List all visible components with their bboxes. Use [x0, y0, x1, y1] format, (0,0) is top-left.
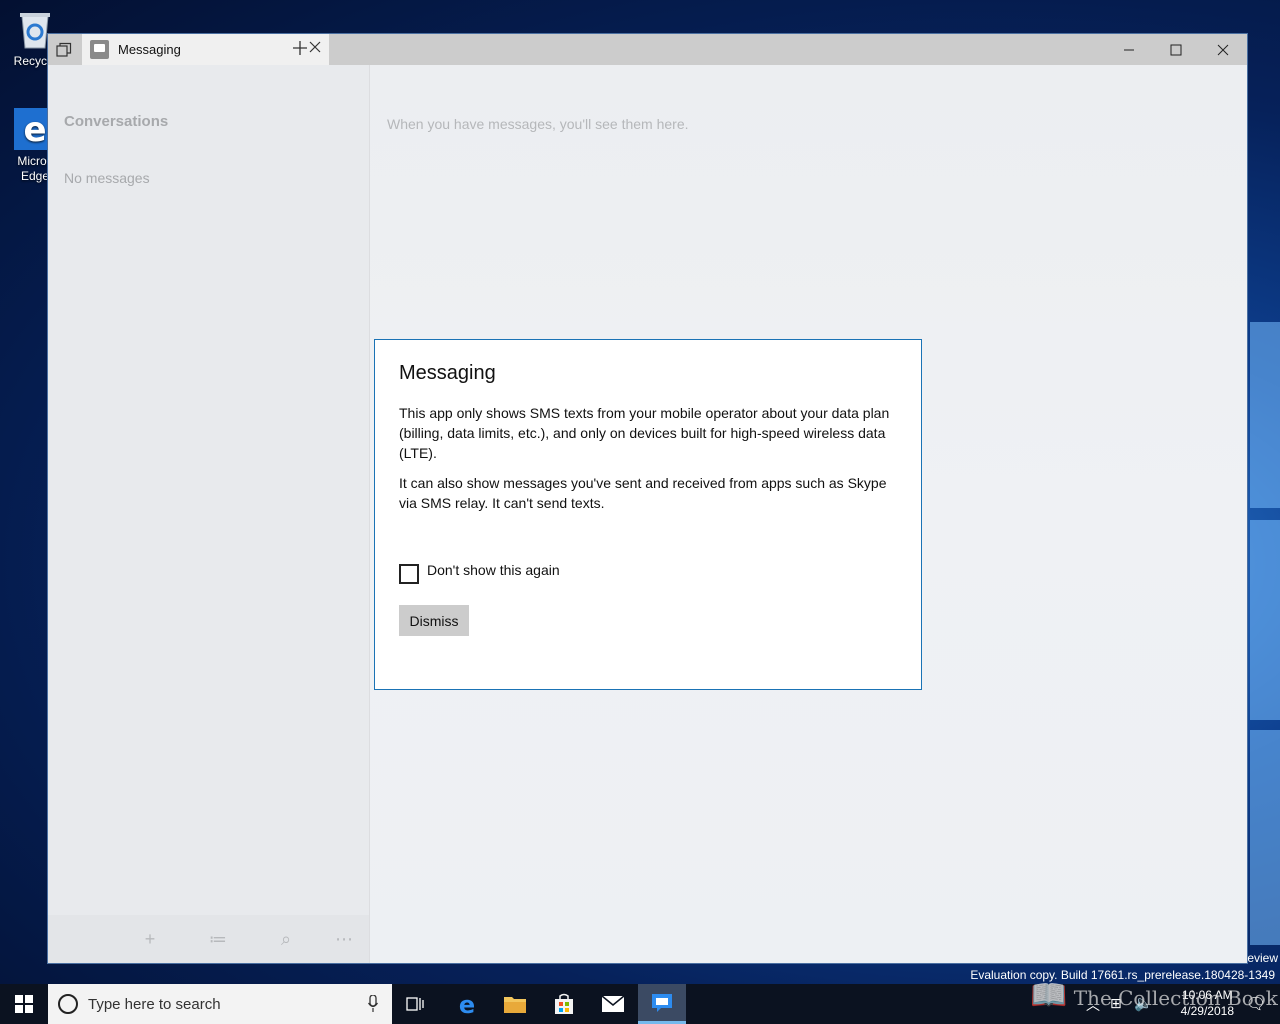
tab-switcher-icon	[56, 42, 72, 57]
select-button[interactable]: ≔	[206, 927, 230, 951]
minimize-icon	[1124, 49, 1134, 50]
more-icon: ⋯	[335, 929, 353, 949]
plus-icon: +	[144, 929, 156, 949]
dialog-title: Messaging	[399, 362, 496, 384]
taskbar-messaging-button[interactable]	[638, 984, 686, 1024]
conversations-toolbar: + ≔ ⌕ ⋯	[48, 915, 369, 963]
search-placeholder: Type here to search	[88, 996, 221, 1013]
empty-messages-text: When you have messages, you'll see them …	[387, 116, 689, 132]
messaging-icon	[90, 40, 109, 59]
watermark-text: The Collection Book	[1073, 986, 1278, 1010]
task-view-button[interactable]	[392, 984, 440, 1024]
taskbar-file-explorer-button[interactable]	[491, 984, 539, 1024]
taskbar-edge-button[interactable]: e	[443, 984, 491, 1024]
minimize-button[interactable]	[1106, 34, 1152, 65]
close-icon	[1217, 44, 1229, 55]
site-watermark: 📖 The Collection Book	[1030, 978, 1278, 1013]
maximize-icon	[1170, 44, 1182, 55]
messaging-info-dialog: Messaging This app only shows SMS texts …	[374, 339, 922, 690]
messaging-icon	[652, 993, 672, 1012]
tab-switcher-button[interactable]	[54, 40, 74, 60]
title-bar[interactable]: Messaging	[48, 34, 1247, 65]
wallpaper-logo-pane	[1250, 730, 1280, 945]
new-tab-button[interactable]	[288, 37, 312, 61]
select-list-icon: ≔	[209, 929, 227, 949]
dont-show-again-checkbox[interactable]	[399, 564, 419, 584]
search-button[interactable]: ⌕	[274, 927, 298, 951]
evaluation-watermark: eview	[1247, 951, 1278, 965]
wallpaper-logo-pane	[1250, 322, 1280, 508]
search-icon: ⌕	[280, 929, 292, 949]
dont-show-again-label[interactable]: Don't show this again	[427, 562, 560, 578]
tab-title: Messaging	[118, 42, 181, 57]
wallpaper-logo-pane	[1250, 520, 1280, 720]
close-button[interactable]	[1200, 34, 1246, 65]
dialog-paragraph: It can also show messages you've sent an…	[399, 475, 887, 511]
svg-text:e: e	[459, 992, 475, 1016]
windows-logo-icon	[15, 995, 33, 1013]
mail-icon	[601, 995, 625, 1012]
more-button[interactable]: ⋯	[332, 927, 356, 951]
taskbar-mail-button[interactable]	[589, 984, 637, 1024]
dialog-paragraph: This app only shows SMS texts from your …	[399, 405, 890, 461]
conversations-pane: Conversations No messages + ≔ ⌕ ⋯	[48, 65, 370, 963]
plus-icon	[293, 41, 307, 55]
conversations-heading: Conversations	[64, 113, 169, 130]
file-explorer-icon	[504, 997, 526, 1013]
book-icon: 📖	[1030, 978, 1068, 1013]
no-messages-text: No messages	[64, 170, 150, 186]
svg-text:e: e	[23, 110, 46, 150]
microphone-icon[interactable]	[368, 995, 378, 1013]
task-view-icon	[406, 997, 424, 1011]
start-button[interactable]	[0, 984, 48, 1024]
edge-icon: e	[459, 992, 475, 1016]
taskbar-store-button[interactable]	[540, 984, 588, 1024]
new-message-button[interactable]: +	[138, 927, 162, 951]
taskbar-search-box[interactable]: Type here to search	[48, 984, 392, 1024]
maximize-button[interactable]	[1153, 34, 1199, 65]
cortana-icon	[58, 994, 78, 1014]
store-icon	[555, 993, 573, 1014]
dismiss-button[interactable]: Dismiss	[399, 605, 469, 636]
